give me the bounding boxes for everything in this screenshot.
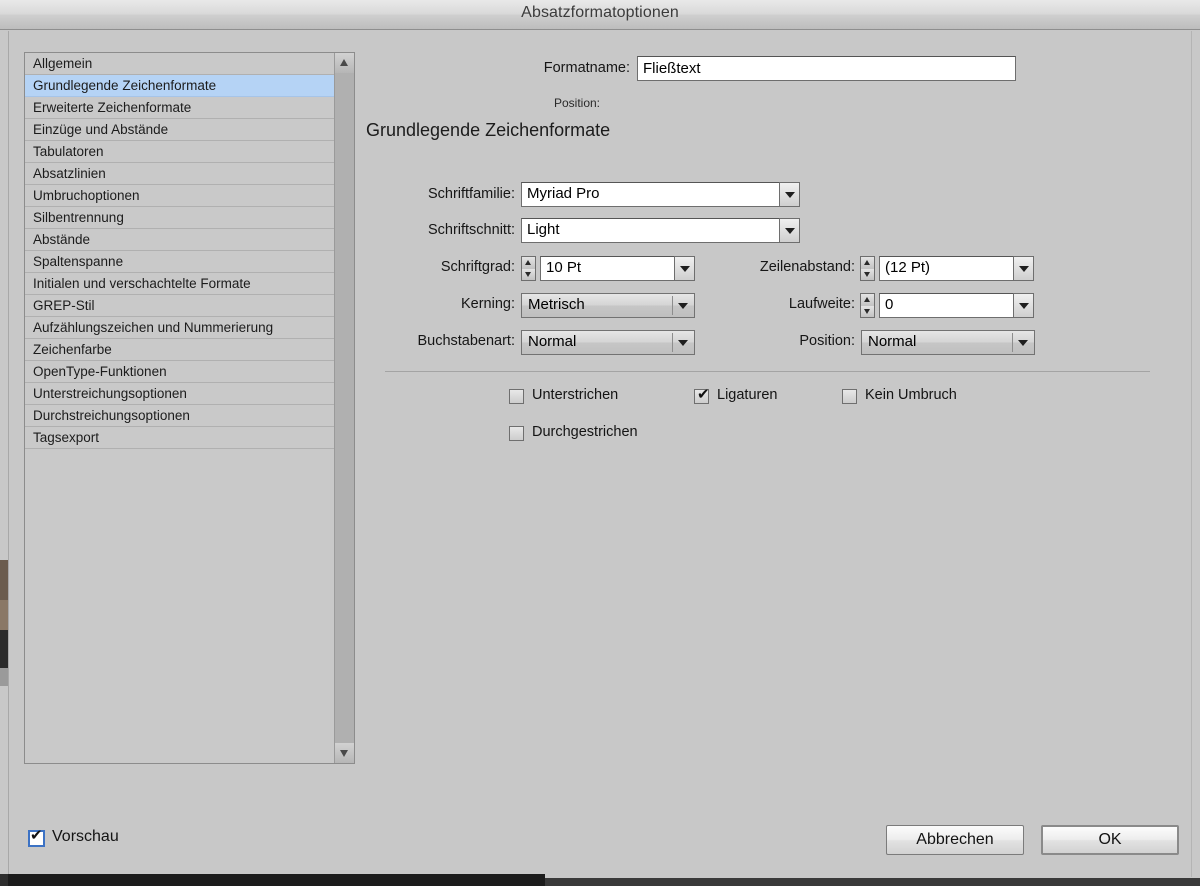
font-size-value: 10 Pt xyxy=(546,259,582,276)
cancel-button[interactable]: Abbrechen xyxy=(886,825,1024,855)
font-family-dropdown-button[interactable] xyxy=(779,182,800,207)
font-family-combobox[interactable]: Myriad Pro xyxy=(521,182,800,207)
category-list-empty-area xyxy=(25,449,334,763)
font-style-combobox[interactable]: Light xyxy=(521,218,800,243)
font-style-label: Schriftschnitt: xyxy=(427,222,515,238)
scrollbar-track[interactable] xyxy=(335,73,354,743)
checkbox-box[interactable]: ✔ xyxy=(509,426,524,441)
font-size-label: Schriftgrad: xyxy=(440,259,515,275)
window-edge-shadow xyxy=(0,874,8,886)
triangle-up-icon xyxy=(864,260,870,265)
category-list-item[interactable]: Tabulatoren xyxy=(25,141,334,163)
category-list-item[interactable]: Umbruchoptionen xyxy=(25,185,334,207)
tracking-combobox[interactable]: 0 xyxy=(879,293,1034,318)
window-bottom-shadow xyxy=(8,874,545,886)
checkbox-label: Unterstrichen xyxy=(532,387,619,403)
category-list-item[interactable]: Unterstreichungsoptionen xyxy=(25,383,334,405)
check-icon: ✔ xyxy=(30,826,43,844)
checkbox-box[interactable]: ✔ xyxy=(842,389,857,404)
chevron-down-icon xyxy=(785,192,795,198)
category-list-item[interactable]: Absatzlinien xyxy=(25,163,334,185)
category-list-item[interactable]: Erweiterte Zeichenformate xyxy=(25,97,334,119)
tracking-stepper[interactable] xyxy=(860,293,875,318)
checkbox-box[interactable]: ✔ xyxy=(509,389,524,404)
category-list-item[interactable]: Einzüge und Abstände xyxy=(25,119,334,141)
triangle-up-icon xyxy=(864,297,870,302)
triangle-down-icon xyxy=(864,272,870,277)
section-heading: Grundlegende Zeichenformate xyxy=(366,120,611,140)
chevron-down-icon xyxy=(1019,303,1029,309)
font-family-label: Schriftfamilie: xyxy=(427,186,515,202)
font-style-dropdown-button[interactable] xyxy=(779,218,800,243)
category-list-item[interactable]: GREP-Stil xyxy=(25,295,334,317)
stepper-down-button[interactable] xyxy=(861,268,874,280)
checkbox-label: Durchgestrichen xyxy=(532,424,638,440)
dialog-titlebar: Absatzformatoptionen xyxy=(0,0,1200,30)
scrollbar-down-button[interactable] xyxy=(335,743,354,763)
leading-stepper[interactable] xyxy=(860,256,875,281)
leading-value: (12 Pt) xyxy=(885,259,931,276)
checkbox-label: Ligaturen xyxy=(717,387,778,403)
category-list-item[interactable]: Spaltenspanne xyxy=(25,251,334,273)
tracking-value: 0 xyxy=(885,296,894,313)
stepper-down-button[interactable] xyxy=(522,268,535,280)
category-list-item[interactable]: Allgemein xyxy=(25,53,334,75)
ok-button[interactable]: OK xyxy=(1041,825,1179,855)
stepper-down-button[interactable] xyxy=(861,305,874,317)
font-family-value: Myriad Pro xyxy=(527,185,600,202)
format-name-label: Formatname: xyxy=(543,60,630,76)
category-list-item[interactable]: Abstände xyxy=(25,229,334,251)
triangle-up-icon xyxy=(525,260,531,265)
category-list[interactable]: Allgemein Grundlegende Zeichenformate Erwe… xyxy=(24,52,355,764)
leading-combobox[interactable]: (12 Pt) xyxy=(879,256,1034,281)
case-label: Buchstabenart: xyxy=(417,333,515,349)
divider xyxy=(1012,333,1013,352)
category-list-item[interactable]: Initialen und verschachtelte Formate xyxy=(25,273,334,295)
position-field-label: Position: xyxy=(799,333,855,349)
font-size-stepper[interactable] xyxy=(521,256,536,281)
window-bottom-shadow-right xyxy=(545,878,1200,886)
chevron-down-icon xyxy=(785,228,795,234)
tracking-label: Laufweite: xyxy=(788,296,855,312)
chevron-down-icon xyxy=(1018,340,1028,346)
position-dropdown[interactable]: Normal xyxy=(861,330,1035,355)
dialog-title: Absatzformatoptionen xyxy=(521,4,679,21)
category-list-item[interactable]: OpenType-Funktionen xyxy=(25,361,334,383)
format-name-input[interactable] xyxy=(637,56,1016,81)
preview-checkbox[interactable]: ✔ xyxy=(28,826,45,847)
paragraph-style-options-dialog: Absatzformatoptionen Allgemein Grundlegen… xyxy=(0,0,1200,886)
kerning-value: Metrisch xyxy=(528,296,585,313)
position-label: Position: xyxy=(553,96,600,110)
font-style-value: Light xyxy=(527,221,560,238)
triangle-down-icon xyxy=(340,750,348,757)
checkbox-label: Kein Umbruch xyxy=(865,387,957,403)
triangle-down-icon xyxy=(525,272,531,277)
check-icon: ✔ xyxy=(697,385,710,403)
leading-label: Zeilenabstand: xyxy=(759,259,855,275)
category-list-scrollbar[interactable] xyxy=(334,53,354,763)
preview-label: Vorschau xyxy=(52,828,119,845)
case-value: Normal xyxy=(528,333,577,350)
position-value-field: Normal xyxy=(868,333,917,350)
triangle-down-icon xyxy=(864,309,870,314)
checkbox-box[interactable]: ✔ xyxy=(694,385,710,404)
scrollbar-up-button[interactable] xyxy=(335,53,354,73)
category-list-item[interactable]: Grundlegende Zeichenformate xyxy=(25,75,334,97)
category-list-item[interactable]: Silbentrennung xyxy=(25,207,334,229)
tracking-dropdown-button[interactable] xyxy=(1013,293,1034,318)
triangle-up-icon xyxy=(340,59,348,66)
section-divider xyxy=(385,371,1150,372)
chevron-down-icon xyxy=(1019,266,1029,272)
category-list-item[interactable]: Durchstreichungsoptionen xyxy=(25,405,334,427)
category-list-item[interactable]: Tagsexport xyxy=(25,427,334,449)
leading-dropdown-button[interactable] xyxy=(1013,256,1034,281)
category-list-items: Allgemein Grundlegende Zeichenformate Erwe… xyxy=(25,53,334,763)
kerning-label: Kerning: xyxy=(460,296,515,312)
